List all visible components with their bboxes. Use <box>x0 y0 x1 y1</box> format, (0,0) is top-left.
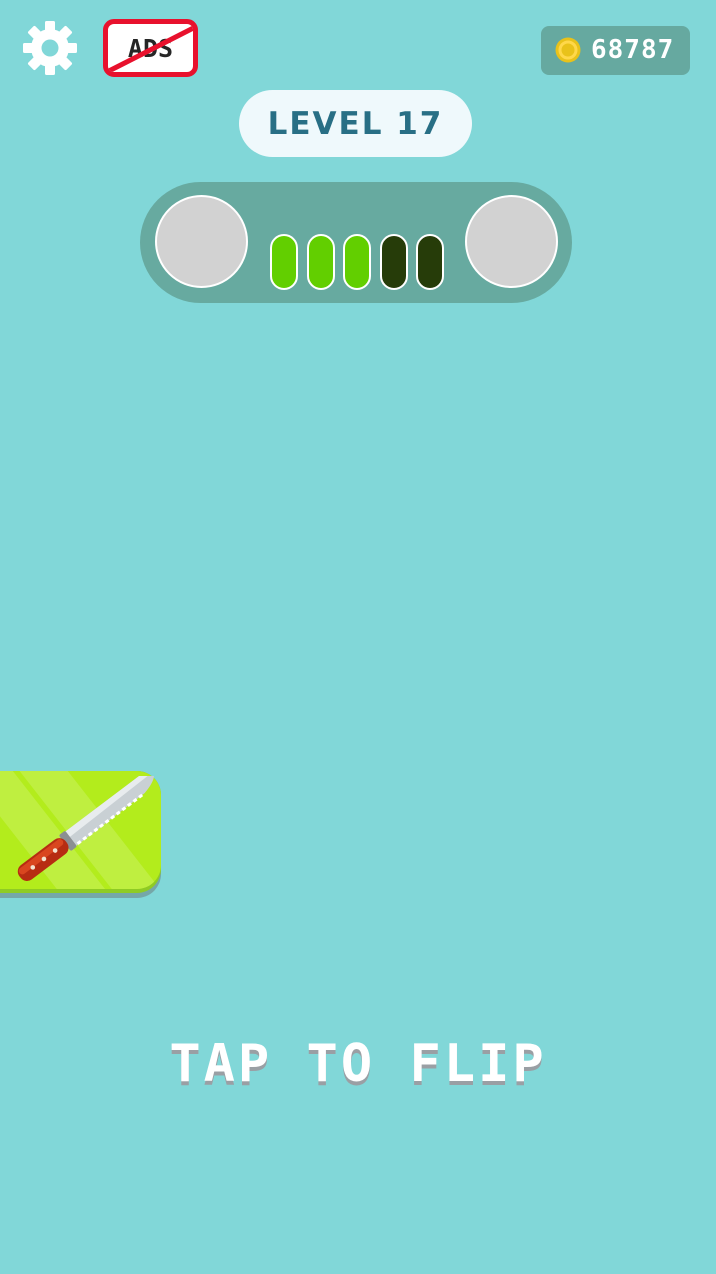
stage-segment <box>379 234 408 290</box>
settings-button[interactable] <box>22 20 78 76</box>
knife[interactable] <box>10 776 155 888</box>
gear-icon <box>23 21 77 75</box>
stage-boss-circle <box>465 195 558 288</box>
stage-segment <box>343 234 371 290</box>
stage-segment <box>306 234 335 290</box>
coin-counter: 68787 <box>541 26 690 75</box>
coin-icon <box>555 37 581 63</box>
stage-segment <box>416 234 444 290</box>
stage-segments <box>270 234 445 290</box>
coin-count: 68787 <box>591 35 675 65</box>
remove-ads-button[interactable]: ADS <box>103 19 198 77</box>
stage-segment <box>270 234 298 290</box>
level-label: LEVEL 17 <box>239 90 472 157</box>
stage-start-circle <box>155 195 248 288</box>
tap-to-flip-prompt: TAP TO FLIP <box>169 1034 547 1094</box>
stage-progress <box>140 182 572 303</box>
